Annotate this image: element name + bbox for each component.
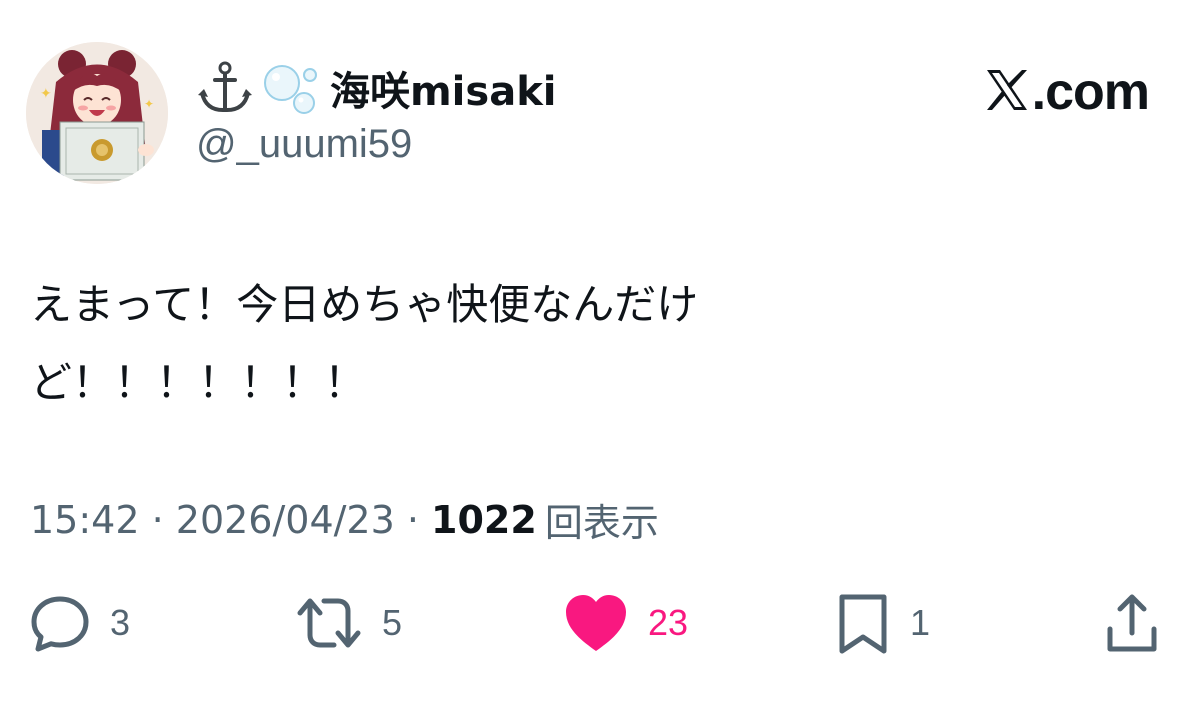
like-button[interactable]: 23 [562,588,688,658]
share-button[interactable] [1102,588,1162,658]
reply-count: 3 [110,602,131,643]
brand-label: .com [984,62,1150,122]
reply-button[interactable]: 3 [28,588,130,658]
views-label: 回表示 [544,501,659,545]
bookmark-count: 1 [910,602,931,643]
meta-separator: · [394,497,432,542]
tweet-card: ✦ ✦ 海咲misaki @_uuumi59 .com えまって！今日めちゃ快便… [0,0,1199,712]
retweet-button[interactable]: 5 [294,588,402,658]
display-name-row[interactable]: 海咲misaki [196,56,557,120]
user-handle[interactable]: @_uuumi59 [196,122,412,167]
reply-icon [28,591,92,655]
bookmark-icon [834,591,892,655]
tweet-text-line-2: ど！！！！！！！ [30,358,367,407]
tweet-time[interactable]: 15:42 [30,498,140,542]
retweet-icon [294,591,364,655]
like-count: 23 [648,602,689,643]
x-logo-icon [984,67,1030,118]
tweet-date[interactable]: 2026/04/23 [176,498,395,542]
tweet-meta: 15:42 · 2026/04/23 · 1022 回表示 [30,492,659,547]
svg-text:✦: ✦ [40,86,52,102]
share-icon [1102,591,1162,655]
heart-icon [562,591,630,655]
avatar[interactable]: ✦ ✦ [26,42,168,184]
bookmark-button[interactable]: 1 [834,588,930,658]
brand-domain-text: .com [1031,63,1150,121]
avatar-illustration: ✦ ✦ [26,42,168,184]
retweet-count: 5 [382,602,403,643]
svg-text:✦: ✦ [144,97,154,111]
views-count: 1022 [431,497,537,542]
meta-separator: · [139,497,176,542]
bubbles-icon [260,59,320,117]
display-name[interactable]: 海咲misaki [330,59,557,117]
tweet-text-line-1: えまって！今日めちゃ快便なんだけ [30,280,699,329]
tweet-text: えまって！今日めちゃ快便なんだけ ど！！！！！！！ [30,266,890,422]
action-bar: 3 5 23 1 [0,588,1199,658]
anchor-icon [196,59,254,117]
